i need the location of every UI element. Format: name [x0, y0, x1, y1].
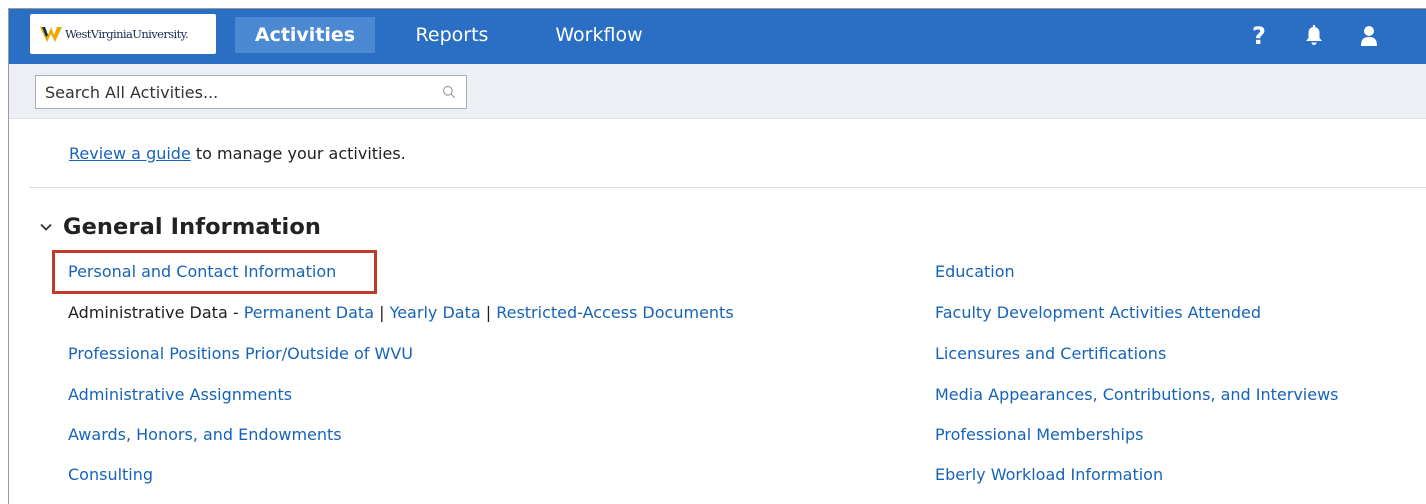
help-button[interactable]: ? [1244, 21, 1274, 51]
tab-workflow-label: Workflow [555, 24, 643, 46]
help-icon: ? [1252, 22, 1266, 50]
user-menu-button[interactable] [1354, 21, 1384, 51]
list-item: Media Appearances, Contributions, and In… [935, 385, 1339, 404]
search-box [35, 75, 467, 109]
list-item: Personal and Contact Information [68, 262, 336, 281]
list-item: Professional Positions Prior/Outside of … [68, 344, 413, 363]
list-item: Licensures and Certifications [935, 344, 1166, 363]
tab-reports[interactable]: Reports [397, 17, 507, 53]
app-window: WestVirginiaUniversity. Activities Repor… [8, 8, 1426, 504]
search-input[interactable] [36, 76, 432, 108]
list-item: Faculty Development Activities Attended [935, 303, 1261, 322]
link-consulting[interactable]: Consulting [68, 465, 153, 484]
wvu-logo[interactable]: WestVirginiaUniversity. [30, 14, 216, 54]
link-professional-positions[interactable]: Professional Positions Prior/Outside of … [68, 344, 413, 363]
list-item: Awards, Honors, and Endowments [68, 425, 342, 444]
list-item: Professional Memberships [935, 425, 1143, 444]
link-administrative-assignments[interactable]: Administrative Assignments [68, 385, 292, 404]
link-education[interactable]: Education [935, 262, 1015, 281]
list-item: Eberly Workload Information [935, 465, 1163, 484]
list-item: Consulting [68, 465, 153, 484]
link-licensures-certifications[interactable]: Licensures and Certifications [935, 344, 1166, 363]
top-nav-bar: WestVirginiaUniversity. Activities Repor… [9, 9, 1426, 64]
link-professional-memberships[interactable]: Professional Memberships [935, 425, 1143, 444]
tab-activities[interactable]: Activities [235, 17, 375, 53]
flying-wv-logo-icon [40, 25, 62, 43]
bell-icon [1306, 25, 1322, 45]
list-item: Education [935, 262, 1015, 281]
link-yearly-data[interactable]: Yearly Data [390, 303, 481, 322]
link-awards-honors-endowments[interactable]: Awards, Honors, and Endowments [68, 425, 342, 444]
user-icon [1361, 26, 1377, 46]
review-guide-link[interactable]: Review a guide [69, 144, 191, 163]
section-title: General Information [63, 214, 322, 240]
search-icon[interactable] [432, 76, 466, 108]
chevron-down-icon [40, 223, 52, 231]
separator: | [374, 303, 390, 322]
search-bar-area [9, 64, 1426, 119]
guide-text: Review a guide to manage your activities… [69, 144, 406, 163]
admin-data-row: Administrative Data - Permanent Data | Y… [68, 303, 734, 322]
link-permanent-data[interactable]: Permanent Data [244, 303, 374, 322]
logo-text: WestVirginiaUniversity. [65, 27, 189, 41]
link-eberly-workload[interactable]: Eberly Workload Information [935, 465, 1163, 484]
tab-workflow[interactable]: Workflow [537, 17, 661, 53]
notifications-button[interactable] [1299, 21, 1329, 51]
tab-reports-label: Reports [415, 24, 489, 46]
divider [29, 187, 1426, 188]
list-item: Administrative Assignments [68, 385, 292, 404]
separator: | [480, 303, 497, 322]
link-faculty-development[interactable]: Faculty Development Activities Attended [935, 303, 1261, 322]
guide-rest-text: to manage your activities. [190, 144, 406, 163]
section-header[interactable]: General Information [39, 214, 321, 240]
admin-data-label: Administrative Data - [68, 303, 244, 322]
link-restricted-access-documents[interactable]: Restricted-Access Documents [496, 303, 733, 322]
link-media-appearances[interactable]: Media Appearances, Contributions, and In… [935, 385, 1339, 404]
tab-activities-label: Activities [254, 24, 356, 46]
link-personal-contact-information[interactable]: Personal and Contact Information [68, 262, 336, 281]
